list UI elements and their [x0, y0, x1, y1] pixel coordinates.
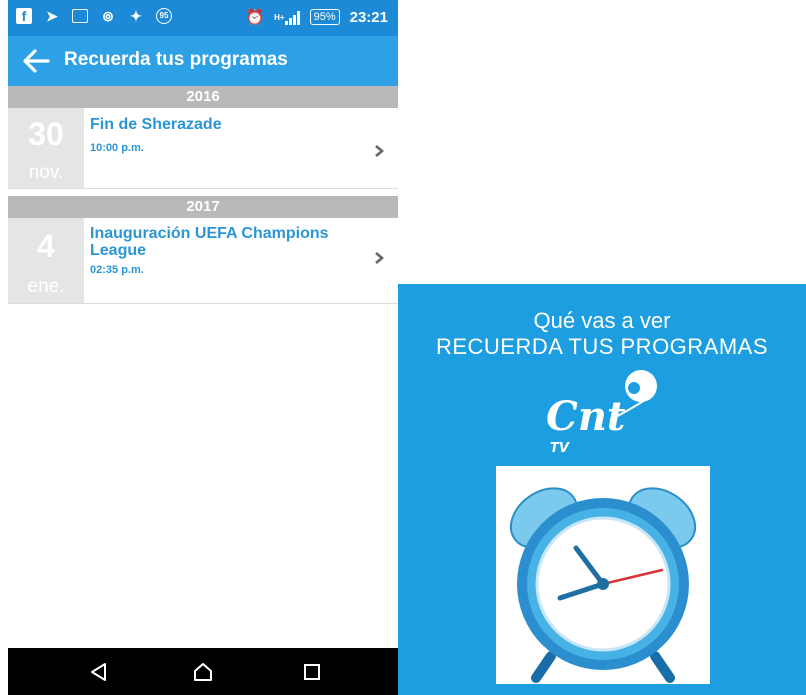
network-type-label: H+	[274, 12, 285, 22]
event-row[interactable]: 4 ene. Inauguración UEFA Champions Leagu…	[8, 218, 398, 304]
promo-headline: Qué vas a ver	[533, 308, 671, 333]
cnt-logo-text: Cnt	[546, 393, 626, 440]
triangle-back-icon[interactable]	[88, 661, 110, 683]
date-day: 30	[28, 116, 64, 152]
year-header: 2016	[8, 86, 398, 108]
hotspot-icon: ⊚	[102, 8, 114, 24]
promo-subheadline: RECUERDA TUS PROGRAMAS	[435, 334, 769, 359]
alarm-clock-icon	[509, 487, 697, 683]
clock-time: 23:21	[349, 8, 388, 26]
year-header: 2017	[8, 196, 398, 218]
clock-illustration-card	[496, 466, 710, 684]
date-month: nov.	[28, 162, 64, 183]
app-bar: Recuerda tus programas	[8, 36, 398, 86]
image-icon	[72, 9, 88, 23]
chevron-right-icon	[375, 252, 384, 264]
notification-icons: f ➤ ⊚ ✦ 95	[16, 8, 172, 24]
arrow-left-icon[interactable]	[22, 48, 50, 74]
event-title: Fin de Sherazade	[90, 116, 222, 133]
date-box: 4 ene.	[8, 218, 84, 303]
date-day: 4	[37, 228, 55, 264]
event-row[interactable]: 30 nov. Fin de Sherazade 10:00 p.m.	[8, 108, 398, 189]
date-box: 30 nov.	[8, 108, 84, 188]
date-month: ene.	[27, 276, 65, 297]
system-nav-bar	[8, 648, 398, 695]
square-recents-icon[interactable]	[301, 661, 323, 683]
status-bar: f ➤ ⊚ ✦ 95 ⏰ H+ 95% 23:21	[8, 0, 398, 36]
cnt-tv-logo: Cnt TV	[546, 370, 657, 456]
battery-indicator: 95%	[309, 9, 340, 25]
promo-panel: Qué vas a ver RECUERDA TUS PROGRAMAS Cnt…	[398, 284, 806, 695]
event-title: Inauguración UEFA Champions League	[90, 225, 329, 259]
signal-icon	[284, 9, 300, 25]
alarm-icon: ⏰	[245, 9, 265, 26]
send-icon: ➤	[46, 8, 58, 24]
home-outline-icon[interactable]	[192, 661, 214, 683]
phone-screen: f ➤ ⊚ ✦ 95 ⏰ H+ 95% 23:21 Recuerda tus p…	[8, 0, 398, 695]
facebook-icon: f	[16, 8, 32, 24]
page-title: Recuerda tus programas	[64, 49, 288, 70]
event-time: 02:35 p.m.	[90, 264, 144, 276]
event-time: 10:00 p.m.	[90, 142, 144, 154]
twitter-icon: ✦	[130, 8, 142, 24]
notification-count-badge: 95	[156, 8, 172, 24]
chevron-right-icon	[375, 145, 384, 157]
cnt-logo-sub: TV	[550, 441, 570, 456]
status-right: ⏰ H+ 95% 23:21	[245, 8, 388, 27]
